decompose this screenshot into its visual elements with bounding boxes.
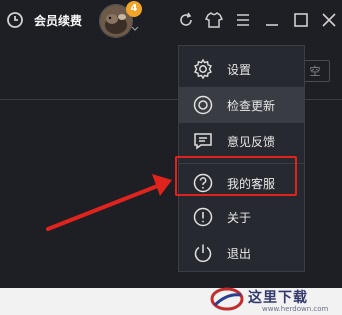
chevron-down-icon[interactable] [131,26,139,32]
menu-item-label: 退出 [227,247,252,261]
menu-item-feedback[interactable]: 意见反馈 [179,123,304,159]
gear-icon [194,58,212,80]
menu-item-about[interactable]: 关于 [179,199,304,235]
highlight-box [175,156,297,196]
app-window: 会员续费 4 空 设置 检查更新 意见反馈 我的客服 关于 退出 [0,0,342,288]
menu-item-label: 检查更新 [227,99,276,113]
menu-item-settings[interactable]: 设置 [179,51,304,87]
watermark-url: www.herdown.com [262,305,329,313]
menu-item-label: 关于 [227,211,252,225]
power-icon [194,244,212,263]
menu-icon[interactable] [233,10,253,30]
titlebar: 会员续费 4 [0,0,342,42]
update-icon [193,95,213,115]
menu-item-label: 意见反馈 [227,135,276,149]
vip-renew-link[interactable]: 会员续费 [34,12,82,29]
menu-item-check-update[interactable]: 检查更新 [179,87,304,123]
info-icon [193,207,213,227]
watermark-text: 这里下载 [248,290,308,306]
skin-shirt-icon[interactable] [204,10,224,30]
feedback-icon [194,133,212,150]
menu-item-label: 设置 [227,63,252,77]
menu-item-exit[interactable]: 退出 [179,235,304,271]
close-icon[interactable] [319,10,339,30]
minimize-icon[interactable] [262,10,282,30]
maximize-icon[interactable] [291,10,311,30]
clock-icon[interactable] [6,11,24,29]
refresh-icon[interactable] [176,10,196,30]
notification-badge: 4 [126,1,142,17]
